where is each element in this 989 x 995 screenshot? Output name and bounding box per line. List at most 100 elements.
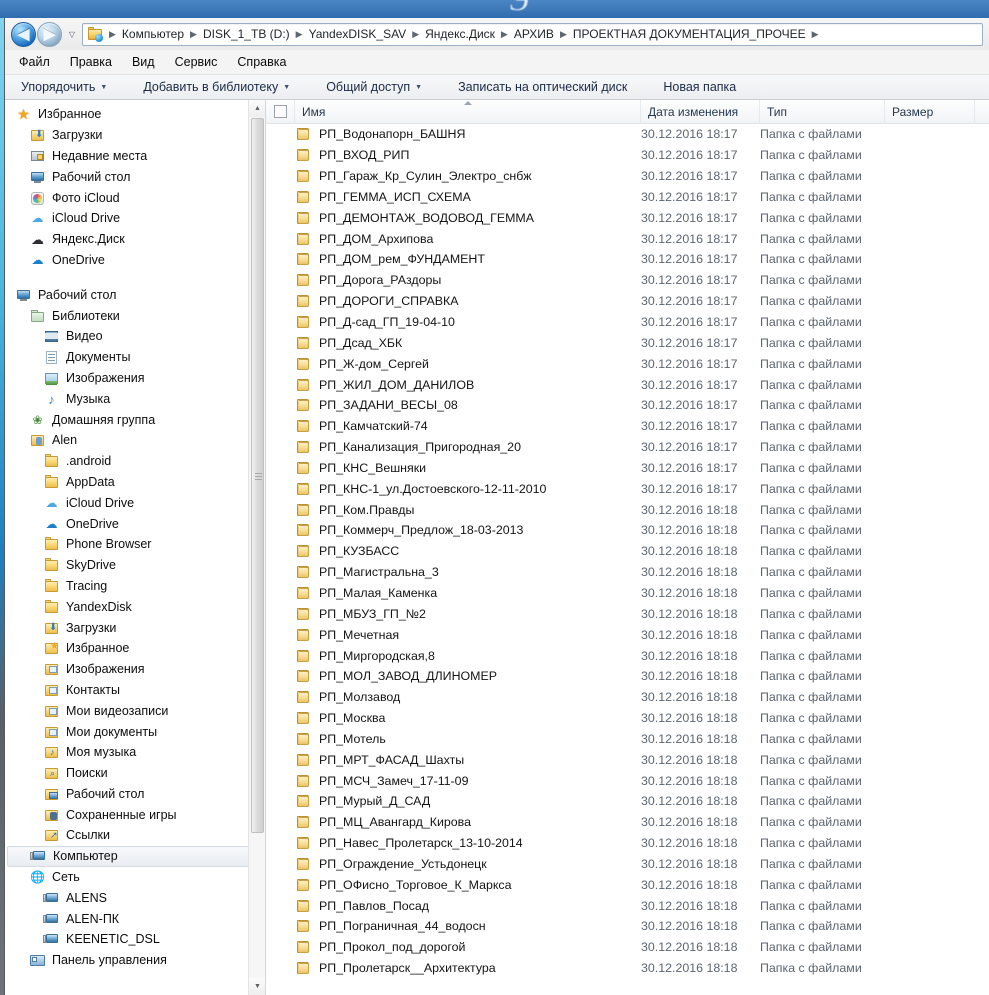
breadcrumb-item[interactable]: YandexDISK_SAV xyxy=(307,26,409,42)
sidebar-item[interactable]: ⬇ Загрузки xyxy=(5,617,257,638)
table-row[interactable]: РП_ДОМ_Архипова 30.12.2016 18:17 Папка с ф… xyxy=(266,228,989,249)
table-row[interactable]: РП_Миргородская,8 30.12.2016 18:18 Папка с… xyxy=(266,645,989,666)
sidebar-item[interactable]: AppData xyxy=(5,472,257,493)
breadcrumb-separator-icon[interactable]: ▶ xyxy=(556,29,571,40)
cell-name[interactable]: РП_ЖИЛ_ДОМ_ДАНИЛОВ xyxy=(266,377,641,393)
sidebar-item[interactable]: Изображения xyxy=(5,368,257,389)
table-row[interactable]: РП_МСЧ_Замеч_17-11-09 30.12.2016 18:18 Пап… xyxy=(266,770,989,791)
column-header-name[interactable]: Имя xyxy=(295,100,641,124)
cell-name[interactable]: РП_Водонапорн_БАШНЯ xyxy=(266,126,641,142)
menu-item-4[interactable]: Справка xyxy=(237,55,286,69)
cell-name[interactable]: РП_Ком.Правды xyxy=(266,502,641,518)
table-row[interactable]: РП_ДЕМОНТАЖ_ВОДОВОД_ГЕММА 30.12.2016 18:1… xyxy=(266,207,989,228)
sidebar-item[interactable]: Сохраненные игры xyxy=(5,804,257,825)
table-row[interactable]: РП_ДОРОГИ_СПРАВКА 30.12.2016 18:17 Папка с… xyxy=(266,291,989,312)
cell-name[interactable]: РП_Дсад_ХБК xyxy=(266,335,641,351)
cell-name[interactable]: РП_Дорога_РАздоры xyxy=(266,272,641,288)
menu-item-2[interactable]: Вид xyxy=(132,55,155,69)
table-row[interactable]: РП_Пролетарск__Архитектура 30.12.2016 18:… xyxy=(266,958,989,979)
cell-name[interactable]: РП_Гараж_Кр_Сулин_Электро_снбж xyxy=(266,168,641,184)
sidebar-item[interactable]: Панель управления xyxy=(5,950,257,971)
table-row[interactable]: РП_МЦ_Авангард_Кирова 30.12.2016 18:18 Пап… xyxy=(266,812,989,833)
cell-name[interactable]: РП_Павлов_Посад xyxy=(266,898,641,914)
table-row[interactable]: РП_ДОМ_рем_ФУНДАМЕНТ 30.12.2016 18:17 Папк… xyxy=(266,249,989,270)
sidebar-item[interactable]: ⬇ Загрузки xyxy=(5,125,257,146)
breadcrumb-separator-icon[interactable]: ▶ xyxy=(808,29,823,40)
command-button-3[interactable]: Записать на оптический диск xyxy=(458,80,641,94)
menu-item-0[interactable]: Файл xyxy=(19,55,50,69)
table-row[interactable]: РП_ЖИЛ_ДОМ_ДАНИЛОВ 30.12.2016 18:17 Папка … xyxy=(266,374,989,395)
cell-name[interactable]: РП_Пограничная_44_водосн xyxy=(266,918,641,934)
cell-name[interactable]: РП_ДОМ_рем_ФУНДАМЕНТ xyxy=(266,251,641,267)
cell-name[interactable]: РП_Магистральна_3 xyxy=(266,564,641,580)
column-header-date[interactable]: Дата изменения xyxy=(641,100,760,124)
column-header-type[interactable]: Тип xyxy=(760,100,885,124)
cell-name[interactable]: РП_Д-сад_ГП_19-04-10 xyxy=(266,314,641,330)
sidebar-item[interactable]: Контакты xyxy=(5,680,257,701)
table-row[interactable]: РП_ГЕММА_ИСП_СХЕМА 30.12.2016 18:17 Папка … xyxy=(266,187,989,208)
sidebar-item[interactable]: Мои видеозаписи xyxy=(5,700,257,721)
breadcrumb-separator-icon[interactable]: ▶ xyxy=(408,29,423,40)
sidebar-item[interactable]: ☁ Яндекс.Диск xyxy=(5,229,257,250)
sidebar-item[interactable]: ALENS xyxy=(5,887,257,908)
sidebar-item[interactable]: Рабочий стол xyxy=(5,284,257,305)
column-header-size[interactable]: Размер xyxy=(885,100,975,124)
table-row[interactable]: РП_Мечетная 30.12.2016 18:18 Папка с файла… xyxy=(266,624,989,645)
table-row[interactable]: РП_Д-сад_ГП_19-04-10 30.12.2016 18:17 Папк… xyxy=(266,312,989,333)
cell-name[interactable]: РП_МЦ_Авангард_Кирова xyxy=(266,814,641,830)
cell-name[interactable]: РП_ДОМ_Архипова xyxy=(266,231,641,247)
sidebar-item[interactable]: ❀ Домашняя группа xyxy=(5,409,257,430)
sidebar-item[interactable]: Изображения xyxy=(5,659,257,680)
sidebar-item[interactable]: ♪ Моя музыка xyxy=(5,742,257,763)
cell-name[interactable]: РП_Навес_Пролетарск_13-10-2014 xyxy=(266,835,641,851)
table-row[interactable]: РП_Мурый_Д_САД 30.12.2016 18:18 Папка с фа… xyxy=(266,791,989,812)
cell-name[interactable]: РП_Прокол_под_дорогой xyxy=(266,939,641,955)
cell-name[interactable]: РП_Пролетарск__Архитектура xyxy=(266,960,641,976)
sidebar-item[interactable]: Библиотеки xyxy=(5,305,257,326)
sidebar-item[interactable]: ↗ Ссылки xyxy=(5,825,257,846)
sidebar-item[interactable]: ALEN-ПК xyxy=(5,908,257,929)
cell-name[interactable]: РП_МОЛ_ЗАВОД_ДЛИНОМЕР xyxy=(266,668,641,684)
cell-name[interactable]: РП_Ж-дом_Сергей xyxy=(266,356,641,372)
cell-name[interactable]: РП_Мурый_Д_САД xyxy=(266,793,641,809)
sidebar-item[interactable]: 🌐 Сеть xyxy=(5,867,257,888)
sidebar-item[interactable]: KEENETIC_DSL xyxy=(5,929,257,950)
sidebar-item[interactable]: ♪ Музыка xyxy=(5,388,257,409)
breadcrumb-item[interactable]: Яндекс.Диск xyxy=(423,26,497,42)
cell-name[interactable]: РП_ДЕМОНТАЖ_ВОДОВОД_ГЕММА xyxy=(266,210,641,226)
table-row[interactable]: РП_Молзавод 30.12.2016 18:18 Папка с файла… xyxy=(266,687,989,708)
breadcrumb-separator-icon[interactable]: ▶ xyxy=(292,29,307,40)
table-row[interactable]: РП_МОЛ_ЗАВОД_ДЛИНОМЕР 30.12.2016 18:18 Пап… xyxy=(266,666,989,687)
cell-name[interactable]: РП_МРТ_ФАСАД_Шахты xyxy=(266,752,641,768)
command-button-0[interactable]: Упорядочить ▼ xyxy=(21,80,121,94)
sidebar-item[interactable]: .android xyxy=(5,451,257,472)
cell-name[interactable]: РП_Миргородская,8 xyxy=(266,648,641,664)
table-row[interactable]: РП_Дсад_ХБК 30.12.2016 18:17 Папка с файла… xyxy=(266,332,989,353)
sidebar-item[interactable]: YandexDisk xyxy=(5,596,257,617)
table-row[interactable]: РП_Водонапорн_БАШНЯ 30.12.2016 18:17 Папка… xyxy=(266,124,989,145)
command-button-4[interactable]: Новая папка xyxy=(663,80,750,94)
sidebar-item[interactable]: ★ Избранное xyxy=(5,638,257,659)
table-row[interactable]: РП_Канализация_Пригородная_20 30.12.2016 … xyxy=(266,437,989,458)
cell-name[interactable]: РП_ОФисно_Торговое_К_Маркса xyxy=(266,877,641,893)
table-row[interactable]: РП_Дорога_РАздоры 30.12.2016 18:17 Папка с… xyxy=(266,270,989,291)
breadcrumb-separator-icon[interactable]: ▶ xyxy=(497,29,512,40)
cell-name[interactable]: РП_Камчатский-74 xyxy=(266,418,641,434)
navigation-scroll-thumb[interactable] xyxy=(251,118,264,833)
sidebar-item[interactable]: ☁ iCloud Drive xyxy=(5,208,257,229)
sidebar-item[interactable]: Tracing xyxy=(5,576,257,597)
cell-name[interactable]: РП_Канализация_Пригородная_20 xyxy=(266,439,641,455)
sidebar-item[interactable]: Рабочий стол xyxy=(5,784,257,805)
sidebar-item[interactable]: Фото iCloud xyxy=(5,187,257,208)
cell-name[interactable]: РП_ГЕММА_ИСП_СХЕМА xyxy=(266,189,641,205)
back-button[interactable]: ◀ xyxy=(11,21,36,47)
cell-name[interactable]: РП_Коммерч_Предлож_18-03-2013 xyxy=(266,522,641,538)
scroll-down-arrow-icon[interactable]: ▼ xyxy=(249,978,265,995)
table-row[interactable]: РП_ОФисно_Торговое_К_Маркса 30.12.2016 18… xyxy=(266,874,989,895)
sidebar-item[interactable]: Phone Browser xyxy=(5,534,257,555)
cell-name[interactable]: РП_Малая_Каменка xyxy=(266,585,641,601)
scroll-up-arrow-icon[interactable]: ▲ xyxy=(249,100,265,117)
cell-name[interactable]: РП_Москва xyxy=(266,710,641,726)
breadcrumb-item[interactable]: DISK_1_TB (D:) xyxy=(201,26,292,42)
recent-pages-dropdown-button[interactable]: ▽ xyxy=(65,23,79,45)
